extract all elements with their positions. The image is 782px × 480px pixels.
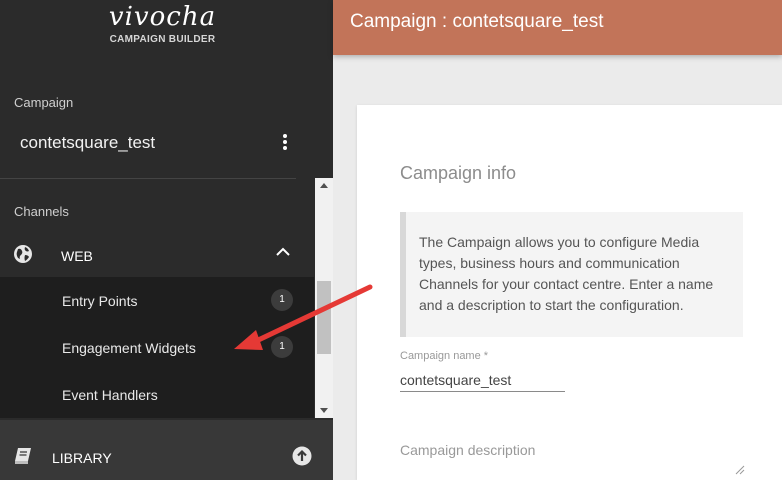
- page-header: Campaign : contetsquare_test: [333, 0, 782, 55]
- arrow-up-circle-icon[interactable]: [292, 446, 312, 466]
- sidebar-scrollbar[interactable]: [315, 178, 333, 418]
- logo-text: vivocha: [108, 2, 217, 32]
- logo-subtitle: CAMPAIGN BUILDER: [109, 34, 216, 45]
- sidebar-item-label: Event Handlers: [62, 387, 158, 403]
- count-badge: 1: [271, 289, 293, 311]
- globe-icon: [14, 245, 32, 263]
- sidebar: vivocha CAMPAIGN BUILDER Campaign contet…: [0, 0, 333, 480]
- campaign-section-label: Campaign: [14, 95, 74, 110]
- scroll-down-icon[interactable]: [320, 408, 328, 413]
- sidebar-item-event-handlers[interactable]: Event Handlers: [0, 371, 314, 417]
- campaign-description-label[interactable]: Campaign description: [400, 442, 535, 458]
- info-box: The Campaign allows you to configure Med…: [400, 212, 743, 337]
- page-title: Campaign : contetsquare_test: [350, 11, 604, 32]
- logo: vivocha CAMPAIGN BUILDER: [0, 0, 333, 62]
- count-badge: 1: [271, 336, 293, 358]
- card-title: Campaign info: [400, 163, 517, 183]
- divider: [0, 178, 296, 179]
- campaign-info-card: Campaign info The Campaign allows you to…: [357, 105, 782, 480]
- web-submenu: Entry Points 1 Engagement Widgets 1 Even…: [0, 277, 314, 418]
- more-options-icon[interactable]: [280, 132, 290, 152]
- sidebar-item-web[interactable]: WEB: [0, 236, 314, 276]
- info-text: The Campaign allows you to configure Med…: [419, 234, 714, 313]
- chevron-up-icon[interactable]: [275, 246, 291, 258]
- campaign-name-label: Campaign name *: [400, 350, 489, 362]
- sidebar-item-engagement-widgets[interactable]: Engagement Widgets 1: [0, 324, 314, 370]
- sidebar-item-entry-points[interactable]: Entry Points 1: [0, 277, 314, 323]
- sidebar-item-library-label: LIBRARY: [52, 450, 112, 466]
- scroll-up-icon[interactable]: [320, 183, 328, 188]
- sidebar-item-library[interactable]: LIBRARY: [0, 420, 333, 480]
- resize-handle-icon[interactable]: [735, 465, 745, 475]
- channels-section-label: Channels: [14, 204, 69, 219]
- campaign-name-input[interactable]: [400, 368, 565, 392]
- sidebar-item-web-label: WEB: [61, 248, 93, 264]
- book-icon: [15, 448, 31, 464]
- campaign-name[interactable]: contetsquare_test: [20, 133, 155, 153]
- sidebar-item-label: Engagement Widgets: [62, 340, 196, 356]
- sidebar-item-label: Entry Points: [62, 293, 138, 309]
- scroll-thumb[interactable]: [317, 281, 331, 354]
